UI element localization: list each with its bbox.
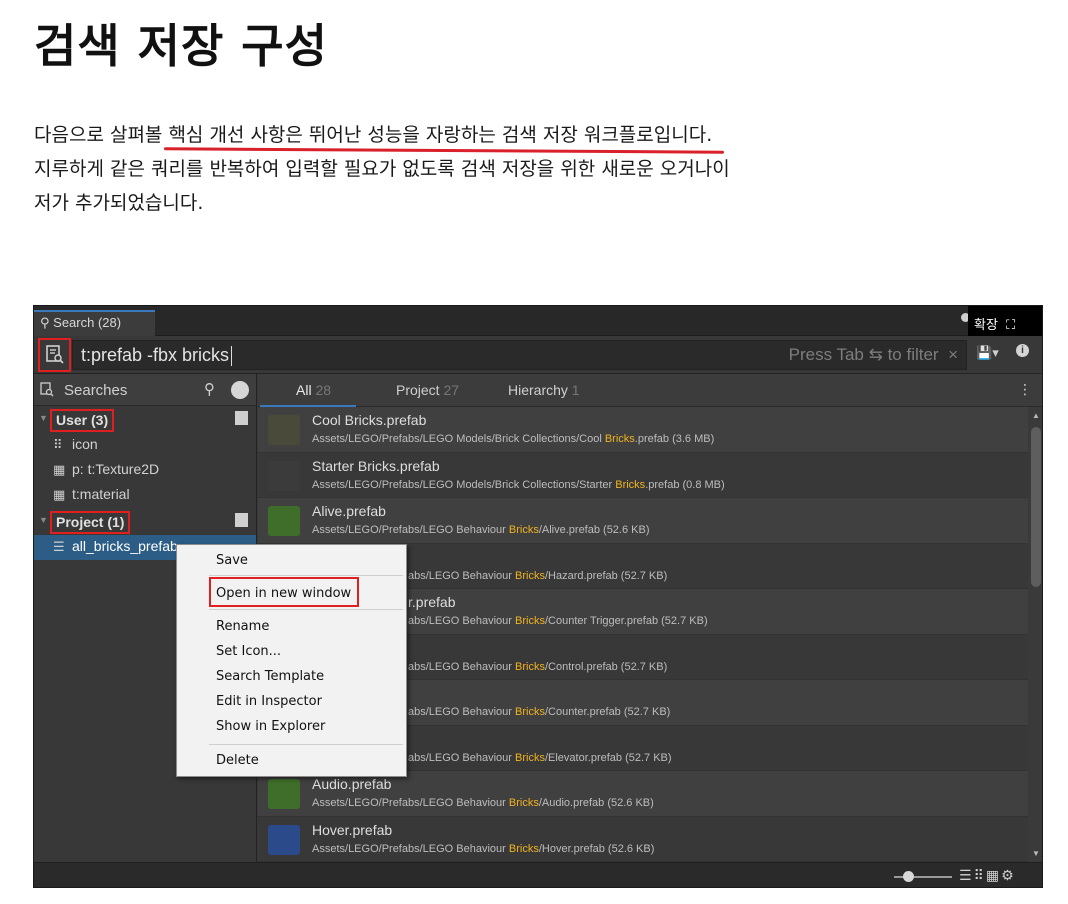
- menu-item-edit-in-inspector[interactable]: Edit in Inspector: [216, 694, 322, 709]
- result-row[interactable]: Starter Bricks.prefab Assets/LEGO/Prefab…: [258, 453, 1028, 498]
- saved-search-icon: [40, 382, 54, 397]
- saved-search-item[interactable]: ▦ t:material: [34, 483, 256, 508]
- tab-project[interactable]: Project 27: [396, 382, 459, 398]
- filter-hint: Press Tab ⇆ to filter ×: [788, 345, 958, 364]
- zoom-slider-handle[interactable]: [903, 871, 914, 882]
- grid-view-icon[interactable]: ⠿: [974, 867, 986, 883]
- results-scrollbar[interactable]: ▲ ▼: [1028, 407, 1042, 862]
- clear-icon[interactable]: ×: [948, 345, 958, 364]
- paragraph-line-2: 지루하게 같은 쿼리를 반복하여 입력할 필요가 없도록 검색 저장을 위한 새…: [34, 158, 730, 180]
- expand-arrow-icon[interactable]: ▼: [39, 413, 48, 423]
- chevron-down-icon: ▾: [992, 345, 999, 360]
- prefab-thumbnail: [268, 779, 300, 809]
- settings-icon[interactable]: ⚙: [1001, 867, 1016, 883]
- result-path: abs/LEGO Behaviour Bricks/Hazard.prefab …: [408, 569, 668, 582]
- prefab-thumbnail: [268, 415, 300, 445]
- saved-searches-toggle-icon[interactable]: [38, 338, 71, 372]
- scroll-up-icon[interactable]: ▲: [1032, 411, 1040, 420]
- result-path: Assets/LEGO/Prefabs/LEGO Behaviour Brick…: [312, 797, 654, 809]
- window-tabstrip: ⚲ Search (28) 확장 ⛶: [34, 306, 1042, 339]
- search-row: t:prefab -fbx bricks Press Tab ⇆ to filt…: [34, 336, 1042, 374]
- result-tabs: All 28 Project 27 Hierarchy 1 ⋮: [258, 374, 1042, 407]
- prefab-thumbnail: [268, 460, 300, 491]
- result-path: Assets/LEGO/Prefabs/LEGO Models/Brick Co…: [312, 433, 715, 445]
- saved-search-item[interactable]: ▦ p: t:Texture2D: [34, 458, 256, 483]
- menu-item-show-in-explorer[interactable]: Show in Explorer: [216, 719, 325, 734]
- table-view-icon[interactable]: ▦: [986, 867, 1001, 883]
- result-path: abs/LEGO Behaviour Bricks/Control.prefab…: [408, 660, 668, 673]
- text-caret: [231, 346, 233, 367]
- search-input[interactable]: t:prefab -fbx bricks Press Tab ⇆ to filt…: [72, 340, 967, 370]
- save-icon[interactable]: [235, 513, 248, 527]
- paragraph-line-3: 저가 추가되었습니다.: [34, 192, 204, 214]
- tab-hierarchy[interactable]: Hierarchy 1: [508, 382, 580, 398]
- result-path: Assets/LEGO/Prefabs/LEGO Behaviour Brick…: [312, 842, 655, 855]
- expand-badge[interactable]: 확장 ⛶: [968, 306, 1042, 339]
- context-menu: Save Open in new window Rename Set Icon.…: [176, 544, 407, 777]
- page-title: 검색 저장 구성: [34, 19, 328, 73]
- prefab-thumbnail: [268, 824, 300, 855]
- saved-search-item[interactable]: ⠿ icon: [34, 433, 256, 458]
- menu-item-open-in-new-window[interactable]: Open in new window: [216, 586, 351, 601]
- search-icon[interactable]: ⚲: [204, 380, 215, 398]
- menu-item-save[interactable]: Save: [216, 553, 248, 568]
- menu-item-rename[interactable]: Rename: [216, 619, 269, 634]
- result-row[interactable]: Cool Bricks.prefab Assets/LEGO/Prefabs/L…: [258, 407, 1028, 453]
- result-path: abs/LEGO Behaviour Bricks/Elevator.prefa…: [408, 751, 672, 764]
- info-icon[interactable]: i: [1016, 344, 1029, 357]
- status-bar: ☰⠿▦⚙: [34, 862, 1042, 887]
- underlined-text: 핵심 개선 사항은 뛰어난 성능을 자랑하는 검색 저장 워크플로입니다.: [168, 124, 713, 146]
- searches-header: Searches ⚲: [34, 374, 256, 406]
- group-project[interactable]: ▼ Project (1): [34, 508, 256, 535]
- list-icon: ☰: [53, 539, 65, 554]
- result-row[interactable]: Audio.prefab Assets/LEGO/Prefabs/LEGO Be…: [258, 771, 1028, 817]
- menu-separator: [209, 575, 403, 576]
- expand-icon: ⛶: [1006, 318, 1016, 333]
- scrollbar-thumb[interactable]: [1031, 427, 1041, 587]
- result-row[interactable]: Hover.prefab Assets/LEGO/Prefabs/LEGO Be…: [258, 817, 1028, 862]
- result-path: Assets/LEGO/Prefabs/LEGO Behaviour Brick…: [312, 524, 650, 536]
- list-grid-icon: ⠿: [53, 437, 63, 452]
- result-row[interactable]: Alive.prefab Assets/LEGO/Prefabs/LEGO Be…: [258, 498, 1028, 544]
- menu-separator: [209, 609, 403, 610]
- menu-separator: [209, 744, 403, 745]
- result-path: Assets/LEGO/Prefabs/LEGO Models/Brick Co…: [312, 478, 725, 491]
- grid-icon: ▦: [53, 487, 66, 502]
- tab-all[interactable]: All 28: [296, 382, 331, 398]
- view-mode-icons: ☰⠿▦⚙: [959, 867, 1016, 884]
- expand-arrow-icon[interactable]: ▼: [39, 515, 48, 525]
- group-user[interactable]: ▼ User (3): [34, 406, 256, 433]
- result-path: abs/LEGO Behaviour Bricks/Counter Trigge…: [408, 615, 708, 627]
- intro-paragraph: 다음으로 살펴볼 핵심 개선 사항은 뛰어난 성능을 자랑하는 검색 저장 워크…: [34, 118, 1034, 220]
- search-icon: ⚲: [40, 315, 50, 330]
- menu-item-set-icon[interactable]: Set Icon...: [216, 644, 281, 659]
- filter-icon[interactable]: [231, 381, 249, 399]
- save-search-dropdown[interactable]: 💾▾: [976, 345, 999, 361]
- menu-item-delete[interactable]: Delete: [216, 753, 259, 768]
- paragraph-line-1: 다음으로 살펴볼 핵심 개선 사항은 뛰어난 성능을 자랑하는 검색 저장 워크…: [34, 124, 713, 146]
- scroll-down-icon[interactable]: ▼: [1032, 849, 1040, 858]
- result-path: abs/LEGO Behaviour Bricks/Counter.prefab…: [408, 706, 671, 718]
- save-icon: 💾: [976, 345, 993, 360]
- tab-search[interactable]: ⚲ Search (28): [34, 310, 155, 336]
- prefab-thumbnail: [268, 506, 300, 536]
- grid-icon: ▦: [53, 462, 66, 477]
- menu-item-search-template[interactable]: Search Template: [216, 669, 324, 684]
- list-view-icon[interactable]: ☰: [959, 867, 974, 883]
- save-icon[interactable]: [235, 411, 248, 425]
- more-options-icon[interactable]: ⋮: [1018, 381, 1032, 398]
